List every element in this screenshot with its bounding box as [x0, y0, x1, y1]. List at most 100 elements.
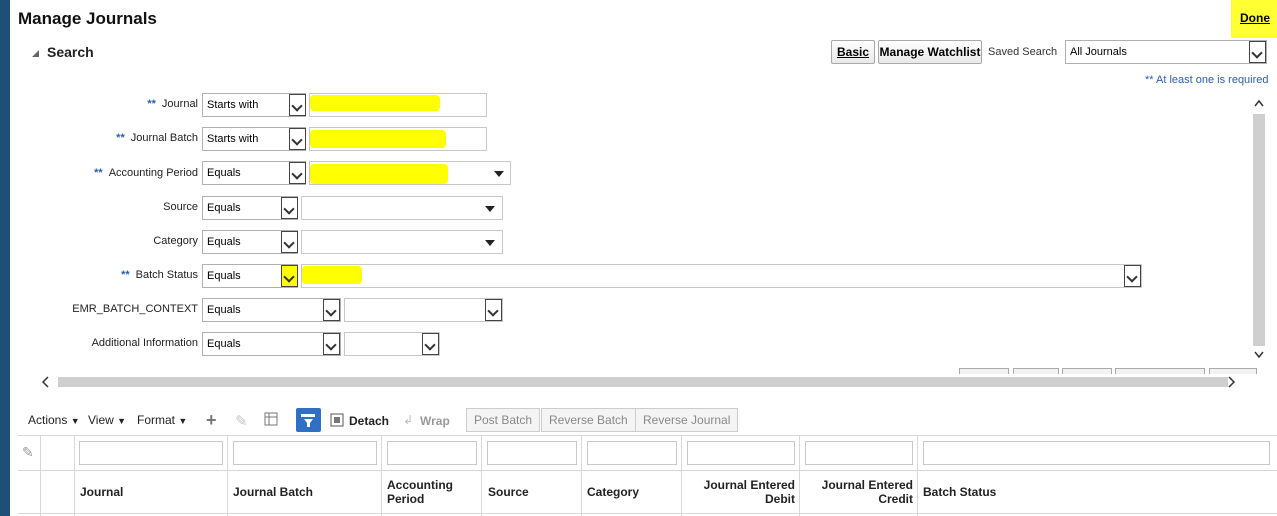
- format-caret-icon: ▼: [178, 416, 188, 426]
- source-lov-icon[interactable]: [485, 206, 495, 212]
- wrap-button[interactable]: Wrap: [420, 414, 450, 428]
- actions-caret-icon: ▼: [70, 416, 80, 426]
- reverse-journal-button[interactable]: Reverse Journal: [635, 408, 739, 432]
- additional-information-operator-dropdown-icon[interactable]: [323, 333, 340, 355]
- journal-label: ** Journal: [147, 98, 198, 110]
- journal-batch-redaction-highlight: [310, 130, 446, 148]
- accounting-period-filter-input[interactable]: [387, 441, 477, 465]
- source-operator-dropdown-icon[interactable]: [281, 197, 298, 219]
- source-label: Source: [163, 201, 198, 213]
- batch-status-dropdown-icon[interactable]: [1124, 265, 1141, 287]
- journal-batch-label: ** Journal Batch: [116, 132, 198, 144]
- column-divider: [227, 435, 228, 516]
- left-accent-bar: [0, 0, 10, 516]
- accounting-period-operator-dropdown-icon[interactable]: [289, 162, 306, 184]
- column-divider: [481, 435, 482, 516]
- journal-filter-input[interactable]: [79, 441, 223, 465]
- scroll-right-icon: [1228, 376, 1236, 388]
- source-filter-input[interactable]: [487, 441, 577, 465]
- column-divider: [381, 435, 382, 516]
- column-header-batch-status[interactable]: Batch Status: [923, 485, 996, 499]
- category-filter-input[interactable]: [587, 441, 677, 465]
- freeze-columns-graphic: [264, 412, 278, 426]
- journal-batch-operator-dropdown-icon[interactable]: [289, 128, 306, 150]
- detach-graphic: [330, 413, 344, 427]
- accounting-period-lov-icon[interactable]: [494, 171, 504, 177]
- detach-button[interactable]: Detach: [349, 414, 389, 428]
- reverse-batch-button[interactable]: Reverse Batch: [541, 408, 636, 432]
- manage-watchlist-button[interactable]: Manage Watchlist: [878, 40, 982, 64]
- column-header-source[interactable]: Source: [488, 485, 529, 499]
- column-divider: [74, 435, 75, 516]
- column-divider: [917, 435, 918, 516]
- detach-icon[interactable]: [330, 413, 344, 430]
- format-menu[interactable]: Format ▼: [137, 413, 187, 427]
- column-header-category[interactable]: Category: [587, 485, 639, 499]
- batch-status-filter-input[interactable]: [923, 441, 1270, 465]
- actions-menu[interactable]: Actions ▼: [28, 413, 80, 427]
- emr-batch-context-select[interactable]: [344, 298, 503, 322]
- done-button[interactable]: Done: [1240, 11, 1270, 25]
- emr-batch-context-dropdown-icon[interactable]: [485, 299, 502, 321]
- horizontal-scrollbar-graphic: [41, 376, 1236, 388]
- journal-operator-dropdown-icon[interactable]: [289, 94, 306, 116]
- batch-status-select[interactable]: [301, 264, 1142, 288]
- source-input[interactable]: [301, 196, 503, 220]
- wrap-icon: ↲: [403, 413, 414, 427]
- edit-pencil-icon[interactable]: ✎: [235, 412, 248, 430]
- column-divider: [40, 435, 41, 516]
- column-divider: [799, 435, 800, 516]
- column-header-journal-entered-credit[interactable]: Journal Entered Credit: [805, 478, 913, 506]
- column-header-journal-entered-debit[interactable]: Journal Entered Debit: [687, 478, 795, 506]
- view-menu[interactable]: View ▼: [88, 413, 126, 427]
- search-section-header[interactable]: Search: [32, 44, 94, 60]
- additional-information-dropdown-icon[interactable]: [422, 333, 439, 355]
- category-operator-dropdown-icon[interactable]: [281, 231, 298, 253]
- emr-batch-context-operator-select[interactable]: Equals: [202, 298, 341, 322]
- post-batch-button[interactable]: Post Batch: [466, 408, 541, 432]
- column-divider: [681, 435, 682, 516]
- batch-status-redaction-highlight: [302, 266, 362, 284]
- query-by-example-graphic: [301, 414, 315, 427]
- column-header-accounting-period[interactable]: Accounting Period: [387, 478, 453, 506]
- saved-search-value: All Journals: [1070, 46, 1127, 58]
- saved-search-select[interactable]: All Journals: [1065, 40, 1267, 64]
- category-label: Category: [153, 235, 198, 247]
- debit-filter-input[interactable]: [687, 441, 795, 465]
- scroll-up-icon: [1254, 99, 1264, 107]
- required-marker: **: [147, 98, 156, 110]
- required-hint: ** At least one is required: [1145, 74, 1269, 86]
- horizontal-scroll-thumb: [58, 377, 1228, 387]
- column-header-journal-batch[interactable]: Journal Batch: [233, 485, 313, 499]
- accounting-period-redaction-highlight: [310, 164, 448, 184]
- page-title: Manage Journals: [18, 9, 157, 28]
- category-lov-icon[interactable]: [485, 240, 495, 246]
- table-top-border: [18, 435, 1277, 436]
- accounting-period-label: ** Accounting Period: [94, 167, 198, 179]
- search-title: Search: [47, 44, 94, 60]
- batch-status-operator-dropdown-icon[interactable]: [281, 265, 298, 287]
- filter-row-border: [18, 470, 1277, 471]
- collapse-triangle-icon: [32, 50, 39, 57]
- search-horizontal-scrollbar[interactable]: [36, 374, 1252, 390]
- category-input[interactable]: [301, 230, 503, 254]
- column-header-journal[interactable]: Journal: [80, 485, 123, 499]
- scroll-down-icon: [1254, 351, 1264, 359]
- column-divider: [581, 435, 582, 516]
- add-icon[interactable]: +: [206, 411, 217, 429]
- freeze-columns-icon[interactable]: [264, 412, 278, 431]
- journal-redaction-highlight: [310, 95, 440, 111]
- basic-button[interactable]: Basic: [831, 40, 875, 64]
- emr-batch-context-operator-dropdown-icon[interactable]: [323, 299, 340, 321]
- additional-information-label: Additional Information: [91, 337, 198, 349]
- saved-search-dropdown-icon[interactable]: [1249, 41, 1266, 63]
- query-by-example-icon[interactable]: [296, 408, 321, 432]
- search-vertical-scrollbar[interactable]: [1252, 96, 1266, 366]
- vertical-scrollbar-graphic: [1253, 99, 1265, 359]
- additional-information-operator-select[interactable]: Equals: [202, 332, 341, 356]
- credit-filter-input[interactable]: [805, 441, 913, 465]
- saved-search-label: Saved Search: [988, 46, 1058, 58]
- filter-edit-icon: ✎: [22, 444, 34, 460]
- scroll-left-icon: [41, 376, 49, 388]
- journal-batch-filter-input[interactable]: [233, 441, 377, 465]
